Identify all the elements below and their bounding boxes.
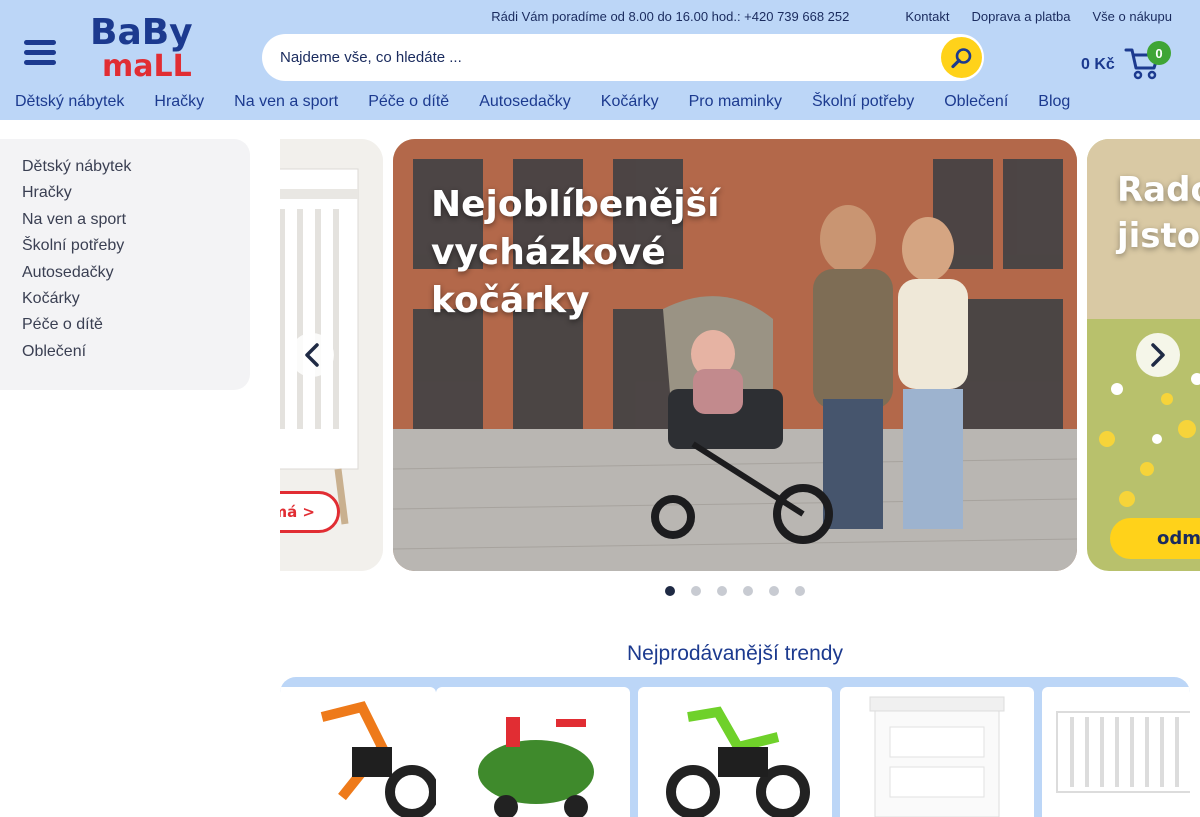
sidebar-item-furniture[interactable]: Dětský nábytek [22, 157, 250, 183]
product-card[interactable] [436, 687, 630, 817]
slider-dot[interactable] [795, 586, 805, 596]
site-header: BaBy maLL Rádi Vám poradíme od 8.00 do 1… [0, 0, 1200, 120]
nav-item-blog[interactable]: Blog [1038, 93, 1070, 111]
topbar: Rádi Vám poradíme od 8.00 do 16.00 hod.:… [491, 8, 1172, 24]
trends-carousel [280, 677, 1190, 817]
babymall-logo[interactable]: BaBy maLL [90, 10, 212, 80]
product-image [869, 696, 1005, 817]
product-card[interactable] [1042, 687, 1190, 817]
cart-count-badge: 0 [1147, 41, 1171, 65]
nav-item-clothing[interactable]: Oblečení [944, 93, 1008, 111]
nav-item-strollers[interactable]: Kočárky [601, 93, 659, 111]
product-image [478, 717, 594, 817]
previous-slide-cta[interactable]: jímá > [280, 491, 340, 533]
slider-dots [665, 586, 805, 596]
sidebar-item-child-care[interactable]: Péče o dítě [22, 315, 250, 341]
nav-item-toys[interactable]: Hračky [154, 93, 204, 111]
slider-prev-button[interactable] [290, 333, 334, 377]
nav-item-moms[interactable]: Pro maminky [689, 93, 782, 111]
search-input[interactable] [280, 34, 930, 81]
slider-dot[interactable] [691, 586, 701, 596]
nav-item-outdoor[interactable]: Na ven a sport [234, 93, 338, 111]
product-image [666, 706, 810, 817]
sidebar-item-strollers[interactable]: Kočárky [22, 289, 250, 315]
slider-dot[interactable] [665, 586, 675, 596]
category-sidebar: Dětský nábytek Hračky Na ven a sport Ško… [0, 139, 250, 390]
logo-text-top: BaBy [90, 12, 193, 53]
sidebar-item-toys[interactable]: Hračky [22, 183, 250, 209]
product-card[interactable] [638, 687, 832, 817]
search-bar [262, 34, 984, 81]
nav-item-car-seats[interactable]: Autosedačky [479, 93, 571, 111]
next-slide-cta[interactable]: odm [1110, 518, 1200, 559]
sidebar-item-school[interactable]: Školní potřeby [22, 236, 250, 262]
slider-dot[interactable] [743, 586, 753, 596]
about-shopping-link[interactable]: Vše o nákupu [1092, 9, 1172, 24]
search-button[interactable] [941, 37, 982, 78]
product-card[interactable] [280, 687, 436, 817]
sidebar-item-clothing[interactable]: Oblečení [22, 342, 250, 368]
menu-icon[interactable] [24, 40, 56, 66]
slider-dot[interactable] [769, 586, 779, 596]
slide-title: Nejoblíbenější vycházkové kočárky [431, 184, 720, 321]
product-image [1056, 711, 1190, 793]
trends-title: Nejprodávanější trendy [627, 642, 843, 665]
cart-price[interactable]: 0 Kč [1081, 56, 1115, 74]
slider-dot[interactable] [717, 586, 727, 596]
search-icon [950, 47, 971, 68]
sidebar-item-car-seats[interactable]: Autosedačky [22, 263, 250, 289]
nav-item-school[interactable]: Školní potřeby [812, 93, 914, 111]
shipping-link[interactable]: Doprava a platba [971, 9, 1070, 24]
next-slide-title: Rado jisto [1117, 170, 1200, 256]
slide-strollers[interactable]: Nejoblíbenější vycházkové kočárky [393, 139, 1077, 571]
nav-item-furniture[interactable]: Dětský nábytek [15, 93, 124, 111]
slider-next-button[interactable] [1136, 333, 1180, 377]
product-image [320, 701, 436, 817]
hotline-text: Rádi Vám poradíme od 8.00 do 16.00 hod.:… [491, 8, 850, 24]
sidebar-item-outdoor[interactable]: Na ven a sport [22, 210, 250, 236]
chevron-right-icon [1151, 343, 1165, 367]
contact-link[interactable]: Kontakt [905, 9, 949, 24]
nav-item-child-care[interactable]: Péče o dítě [368, 93, 449, 111]
main-nav: Dětský nábytek Hračky Na ven a sport Péč… [15, 93, 1100, 111]
hero-slider: jímá > [280, 139, 1200, 571]
product-card[interactable] [840, 687, 1034, 817]
logo-text-bottom: maLL [102, 49, 192, 80]
chevron-left-icon [305, 343, 319, 367]
